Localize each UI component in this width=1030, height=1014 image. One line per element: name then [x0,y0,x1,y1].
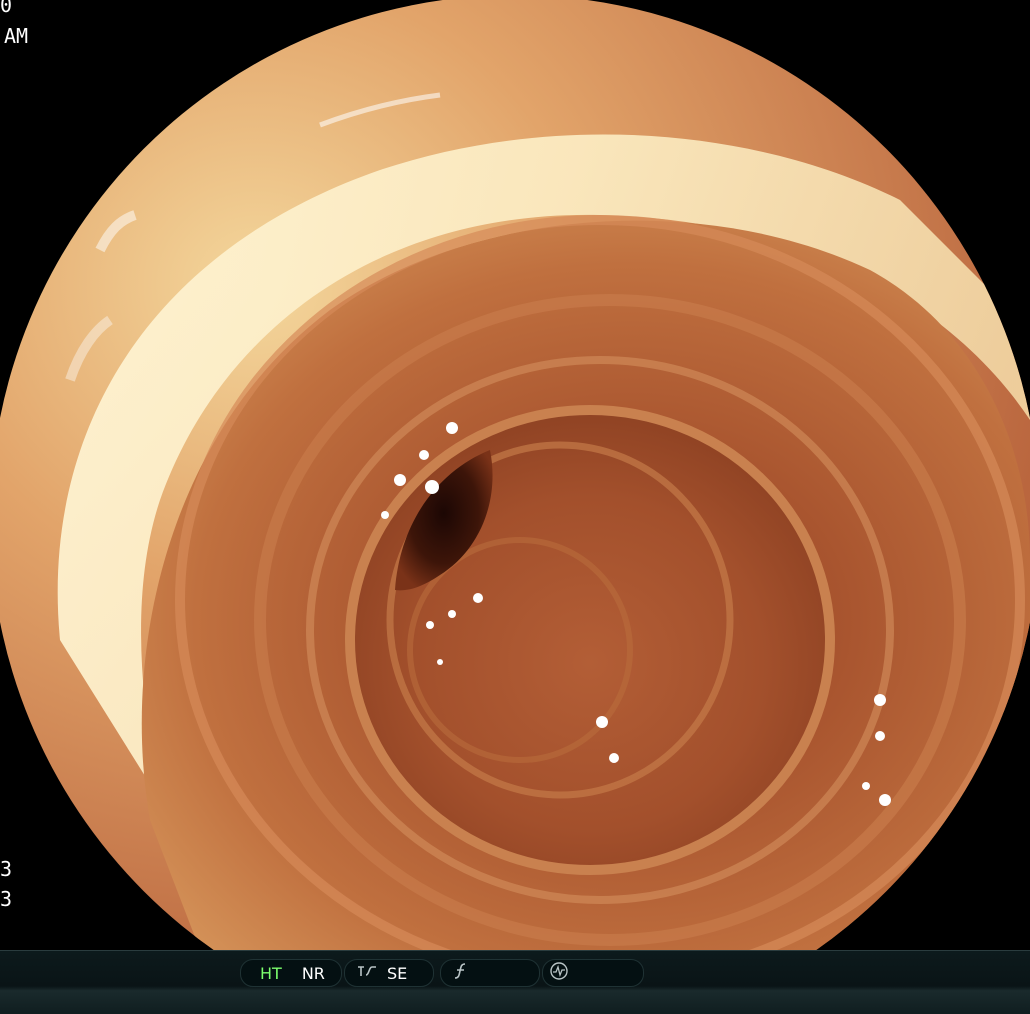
nr-label: NR [301,963,325,983]
endoscope-image [0,0,1030,950]
overlay-text-bottom-2: 3 [0,887,13,911]
se-indicator: SE [344,959,434,987]
endoscopy-screen: 0 AM 3 3 HT NR SE [0,0,1030,1014]
function-f-icon [453,962,469,985]
status-bar: HT NR SE [0,950,1030,1014]
overlay-text-bottom-1: 3 [0,857,13,881]
function-indicator [440,959,540,987]
ht-label: HT [260,963,282,983]
ht-nr-indicator: HT NR [240,959,342,987]
waveform-circle-icon [549,961,569,986]
waveform-indicator [542,959,644,987]
overlay-text-top-2: AM [4,24,29,48]
overlay-text-top-1: 0 [0,0,13,17]
enhance-curve-icon [357,963,377,983]
se-label: SE [387,963,408,983]
